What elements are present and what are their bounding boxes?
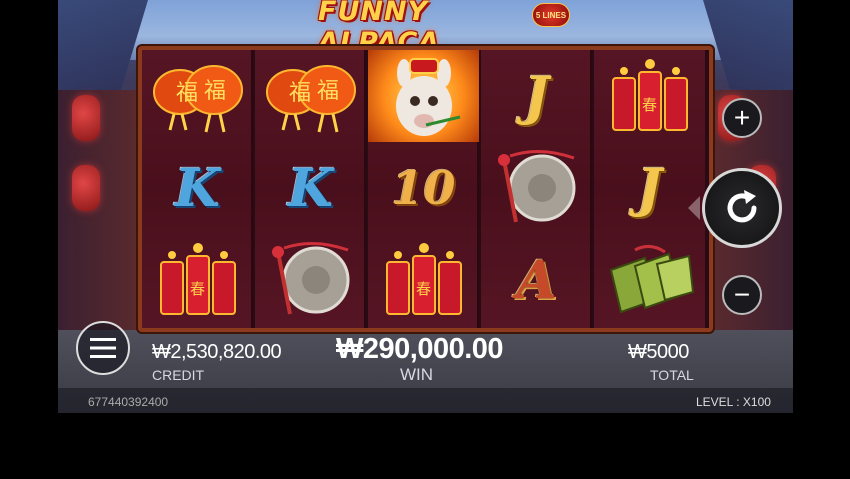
fu-glyph: 福	[317, 79, 339, 104]
alpaca-icon	[395, 58, 460, 136]
chun-glyph: 春	[642, 96, 657, 114]
total-bet-label: TOTAL	[650, 367, 694, 383]
firecrackers-symbol: 春	[594, 50, 705, 142]
win-value: ₩290,000.00	[336, 333, 504, 365]
plus-icon: +	[733, 102, 751, 133]
gong-icon	[497, 149, 575, 223]
lines-badge: 5 LINES	[532, 3, 570, 27]
menu-button[interactable]	[76, 321, 130, 375]
session-id: 677440392400	[88, 395, 169, 409]
k-symbol: K	[142, 142, 253, 234]
reel-5: 春 J	[594, 50, 705, 328]
lantern-icon: 福 福	[152, 65, 243, 133]
game-logo: FUNNY ALPACA	[318, 0, 538, 58]
gong-symbol	[255, 234, 366, 326]
minus-icon: −	[733, 279, 751, 310]
total-bet-value: ₩5000	[628, 341, 689, 363]
fu-glyph: 福	[204, 79, 226, 104]
bottom-info-bar	[58, 388, 793, 413]
a-letter: A	[516, 249, 557, 311]
reel-grid: 福 福 K 春 福 福 K 10 春 J A 春 J	[138, 46, 713, 332]
hamburger-icon	[90, 338, 116, 358]
gong-icon	[271, 241, 349, 315]
k-letter: K	[174, 157, 221, 219]
alpaca-wild-symbol	[368, 50, 479, 142]
gong-symbol	[481, 142, 592, 234]
ten-number: 10	[391, 161, 456, 215]
k-letter: K	[287, 157, 334, 219]
k-symbol: K	[255, 142, 366, 234]
firecracker-icon: 春	[385, 243, 462, 315]
red-lantern-decor	[72, 165, 100, 211]
level-indicator: LEVEL : X100	[696, 395, 771, 409]
j-symbol: J	[481, 50, 592, 142]
red-lantern-decor	[72, 95, 100, 141]
jade-tiles-icon	[609, 245, 694, 314]
jade-tiles-symbol	[594, 234, 705, 326]
lantern-fu-symbol: 福 福	[142, 50, 253, 142]
chun-glyph: 春	[190, 280, 205, 298]
refresh-icon	[727, 190, 757, 223]
spin-button[interactable]	[702, 168, 782, 248]
firecracker-icon: 春	[159, 243, 236, 315]
win-label: WIN	[400, 365, 434, 384]
j-letter: J	[524, 65, 549, 127]
j-symbol: J	[594, 142, 705, 234]
reel-2: 福 福 K	[255, 50, 366, 328]
credit-value: ₩2,530,820.00	[152, 341, 282, 363]
credit-label: CREDIT	[152, 367, 205, 383]
spin-left-arrow-icon	[688, 196, 700, 220]
ten-symbol: 10	[368, 142, 479, 234]
reel-1: 福 福 K 春	[142, 50, 253, 328]
lantern-fu-symbol: 福 福	[255, 50, 366, 142]
reel-4: J A	[481, 50, 592, 328]
fu-glyph: 福	[289, 81, 311, 106]
increase-bet-button[interactable]: +	[722, 98, 762, 138]
firecrackers-symbol: 春	[142, 234, 253, 326]
reel-3: 10 春	[368, 50, 479, 328]
firecrackers-symbol: 春	[368, 234, 479, 326]
a-symbol: A	[481, 234, 592, 326]
lantern-icon: 福 福	[265, 65, 356, 133]
firecracker-icon: 春	[611, 59, 688, 131]
decrease-bet-button[interactable]: −	[722, 275, 762, 315]
j-letter: J	[637, 157, 662, 219]
chun-glyph: 春	[416, 280, 431, 298]
fu-glyph: 福	[176, 81, 198, 106]
